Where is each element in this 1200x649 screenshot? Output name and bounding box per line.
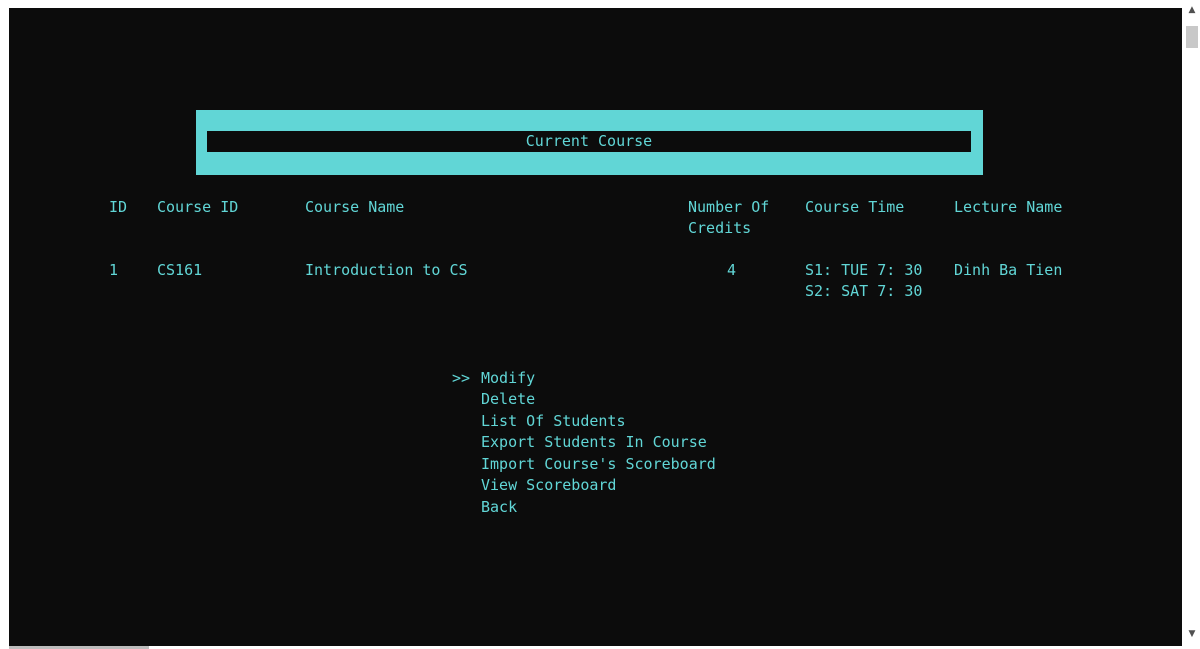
header-course-name: Course Name (305, 198, 405, 216)
row-course-name: Introduction to CS (305, 261, 468, 279)
header-course-time: Course Time (805, 198, 905, 216)
chevron-down-icon[interactable]: ▼ (1184, 626, 1200, 642)
row-id: 1 (109, 261, 119, 279)
row-course-id: CS161 (157, 261, 203, 279)
row-time-s1: S1: TUE 7: 30 (805, 261, 923, 279)
menu-cursor: >> (452, 369, 471, 387)
header-course-id: Course ID (157, 198, 239, 216)
row-credits: 4 (727, 261, 737, 279)
menu-item-back[interactable]: Back (481, 497, 517, 518)
menu-item-import-scoreboard[interactable]: Import Course's Scoreboard (481, 454, 716, 475)
scrollbar-thumb[interactable] (1186, 26, 1198, 48)
header-credits-line2: Credits (688, 219, 752, 237)
banner-title: Current Course (207, 131, 971, 152)
row-time-s2: S2: SAT 7: 30 (805, 282, 923, 300)
header-id: ID (109, 198, 128, 216)
row-lecturer: Dinh Ba Tien (954, 261, 1063, 279)
menu-item-view-scoreboard[interactable]: View Scoreboard (481, 475, 616, 496)
menu-item-export-students[interactable]: Export Students In Course (481, 432, 707, 453)
console-window: Current Course ID Course ID Course Name … (9, 8, 1182, 646)
menu-item-modify[interactable]: Modify (481, 368, 535, 389)
menu-item-delete[interactable]: Delete (481, 389, 535, 410)
menu-item-list-of-students[interactable]: List Of Students (481, 411, 626, 432)
vertical-scrollbar[interactable]: ▲ ▼ (1184, 0, 1200, 649)
header-lecture-name: Lecture Name (954, 198, 1063, 216)
chevron-up-icon[interactable]: ▲ (1184, 2, 1200, 18)
header-credits-line1: Number Of (688, 198, 770, 216)
title-banner: Current Course (196, 110, 983, 175)
